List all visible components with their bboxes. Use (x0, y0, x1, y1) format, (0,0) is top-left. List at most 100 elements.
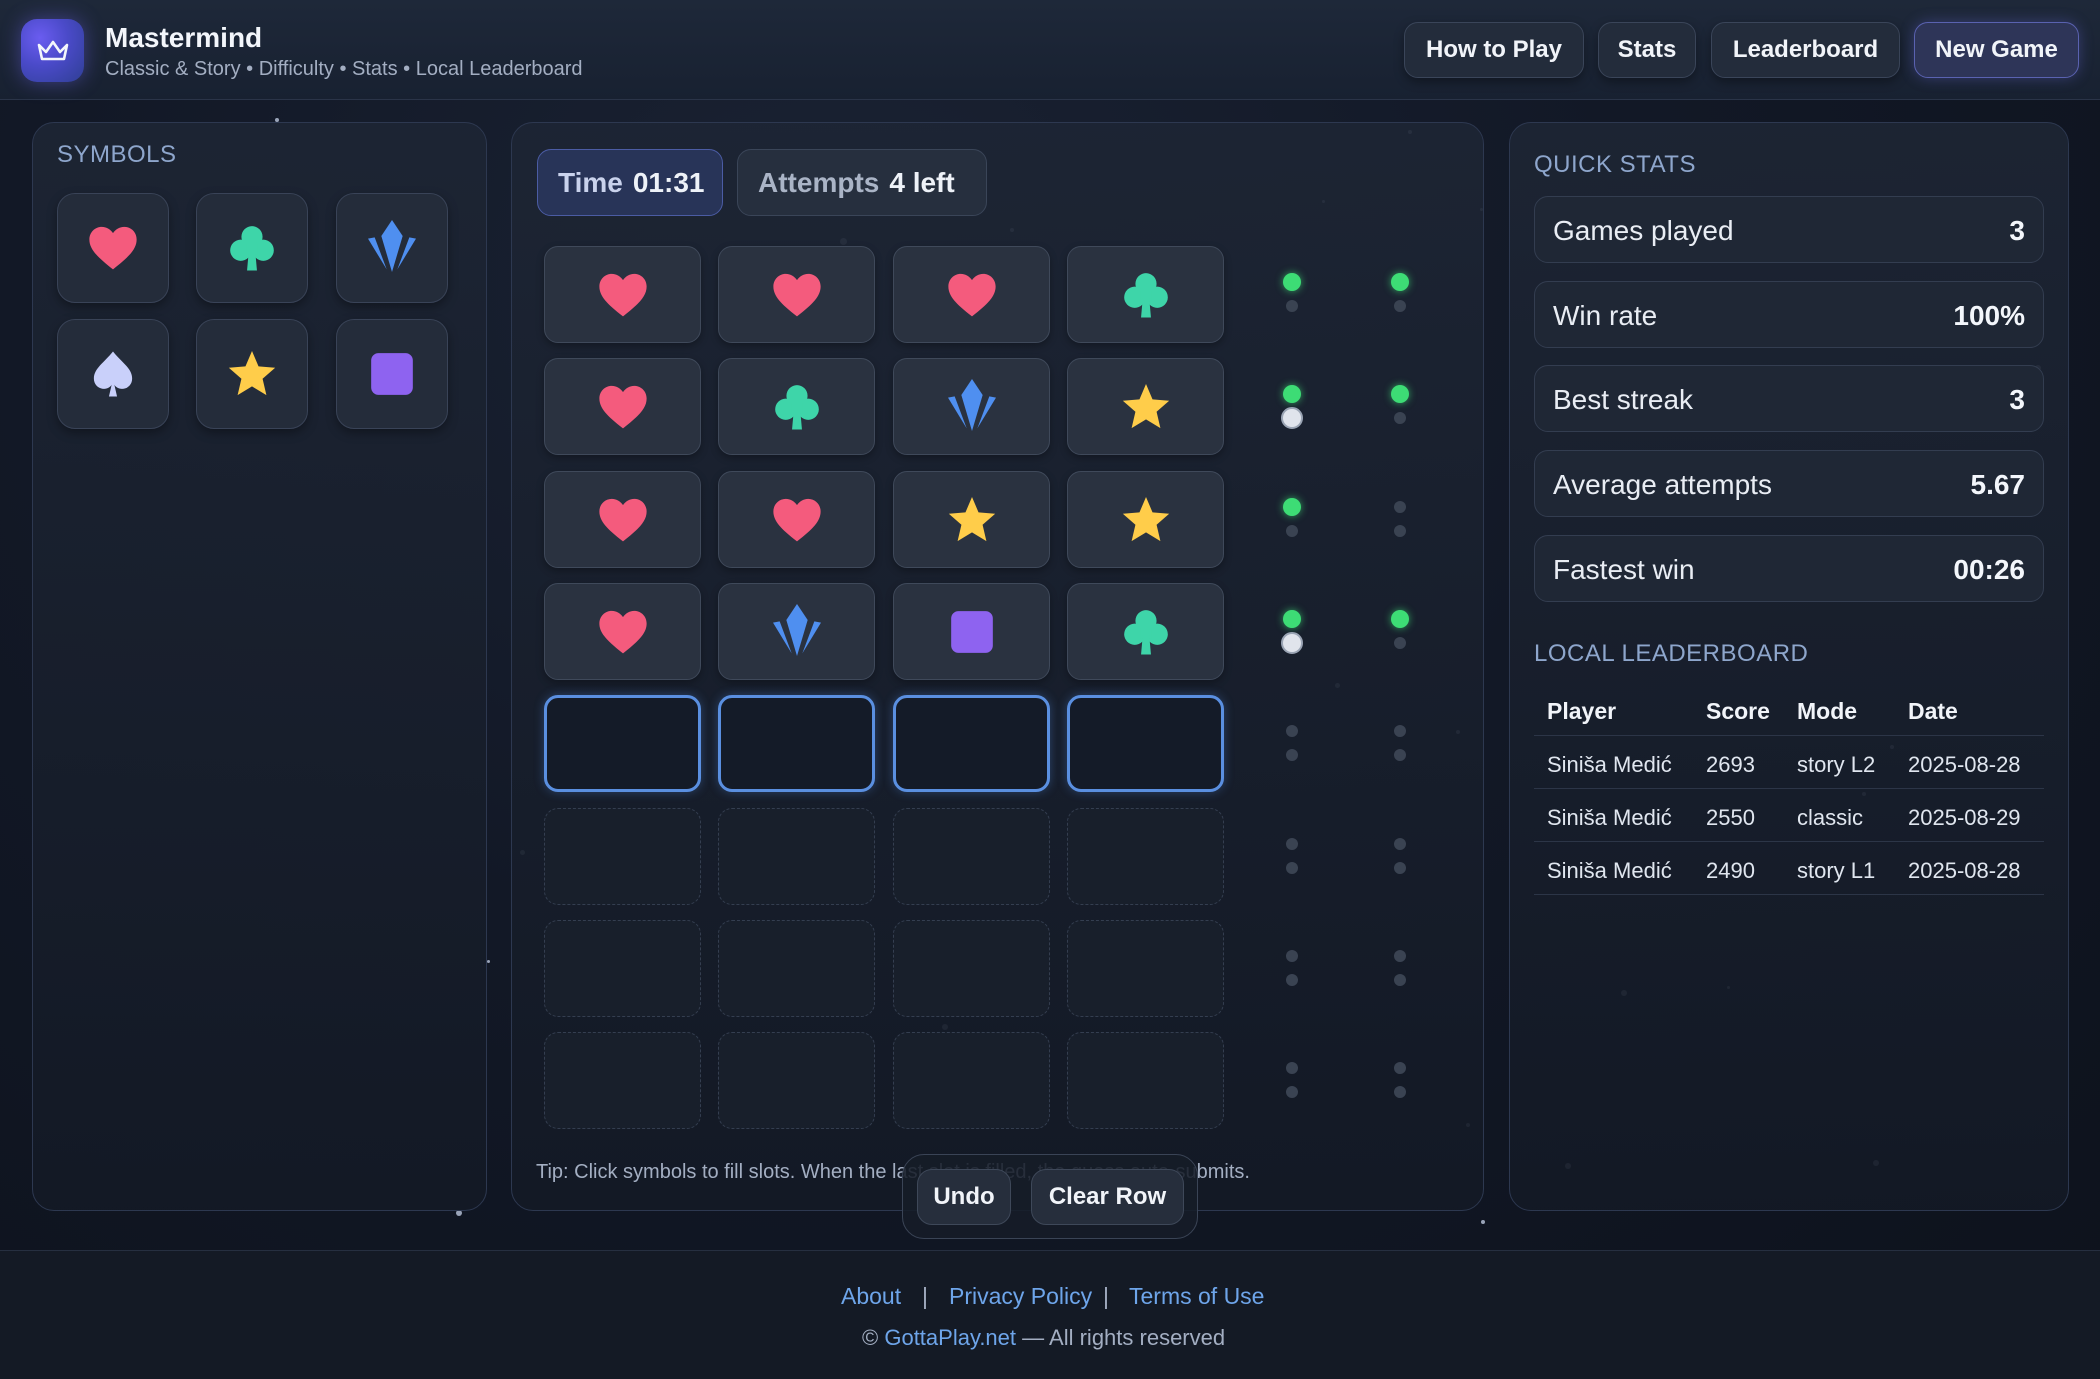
date-cell: 2025-08-29 (1908, 805, 2021, 830)
mode-cell: classic (1797, 805, 1864, 830)
footer (0, 1250, 2100, 1379)
empty-peg (1394, 525, 1406, 537)
player-cell: Siniša Medić (1547, 752, 1672, 777)
col-header-player: Player (1547, 698, 1617, 724)
stat-name: Win rate (1553, 299, 1658, 331)
partial-peg (1281, 407, 1303, 429)
crown-icon (37, 40, 68, 60)
empty-slot[interactable] (544, 808, 701, 905)
empty-peg (1394, 838, 1406, 850)
empty-peg (1394, 300, 1406, 312)
symbol-crystal-button[interactable] (336, 193, 448, 303)
timer-value: 01:31 (632, 166, 705, 198)
score-cell: 2550 (1706, 805, 1755, 830)
empty-slot[interactable] (1067, 920, 1224, 1017)
guess-slot (544, 246, 701, 343)
heart-icon (596, 380, 650, 434)
square-icon (947, 607, 997, 657)
crystal-icon (360, 216, 424, 280)
club-icon (770, 380, 824, 434)
terms-of-use-link[interactable]: Terms of Use (1129, 1283, 1264, 1310)
symbol-square-button[interactable] (336, 319, 448, 429)
empty-slot[interactable] (544, 1032, 701, 1129)
symbol-heart-button[interactable] (57, 193, 169, 303)
timer-display: Time 01:31 (537, 149, 723, 216)
empty-peg (1286, 725, 1298, 737)
empty-slot[interactable] (544, 920, 701, 1017)
empty-peg (1394, 501, 1406, 513)
empty-peg (1394, 862, 1406, 874)
empty-peg (1286, 974, 1298, 986)
empty-peg (1286, 838, 1298, 850)
undo-button[interactable]: Undo (917, 1169, 1011, 1225)
empty-slot[interactable] (893, 920, 1050, 1017)
star-icon (1119, 380, 1173, 434)
clear-row-button[interactable]: Clear Row (1031, 1169, 1184, 1225)
empty-slot[interactable] (1067, 1032, 1224, 1129)
guess-slot (718, 471, 875, 568)
site-link[interactable]: GottaPlay.net (884, 1325, 1016, 1350)
active-slot[interactable] (718, 695, 875, 792)
empty-slot[interactable] (718, 920, 875, 1017)
empty-peg (1286, 749, 1298, 761)
symbols-label: SYMBOLS (57, 141, 177, 168)
footer-separator: | (922, 1283, 928, 1309)
stat-row: Fastest win 00:26 (1534, 534, 2044, 602)
guess-slot (893, 583, 1050, 680)
exact-peg (1283, 273, 1301, 291)
active-slot[interactable] (1067, 695, 1224, 792)
guess-slot (1067, 246, 1224, 343)
app-logo (21, 19, 84, 82)
mode-cell: story L2 (1797, 752, 1876, 777)
table-divider (1534, 788, 2044, 789)
stats-button[interactable]: Stats (1598, 22, 1696, 78)
empty-peg (1394, 412, 1406, 424)
empty-peg (1286, 1086, 1298, 1098)
attempts-value: 4 left (889, 166, 955, 198)
empty-slot[interactable] (1067, 808, 1224, 905)
exact-peg (1283, 498, 1301, 516)
table-divider (1534, 735, 2044, 736)
empty-peg (1394, 1086, 1406, 1098)
stat-name: Average attempts (1553, 469, 1772, 501)
empty-peg (1286, 862, 1298, 874)
star-icon (1119, 493, 1173, 547)
active-slot[interactable] (893, 695, 1050, 792)
leaderboard-label: LOCAL LEADERBOARD (1534, 640, 1809, 667)
guess-slot (718, 246, 875, 343)
heart-icon (596, 268, 650, 322)
empty-slot[interactable] (893, 1032, 1050, 1129)
stat-value: 3 (2009, 215, 2025, 246)
symbol-spade-button[interactable] (57, 319, 169, 429)
how-to-play-button[interactable]: How to Play (1404, 22, 1584, 78)
empty-slot[interactable] (718, 808, 875, 905)
leaderboard-button[interactable]: Leaderboard (1711, 22, 1900, 78)
partial-peg (1281, 632, 1303, 654)
empty-slot[interactable] (893, 808, 1050, 905)
stat-name: Games played (1553, 215, 1734, 246)
guess-slot (1067, 358, 1224, 455)
club-icon (1119, 268, 1173, 322)
stat-row: Best streak 3 (1534, 365, 2044, 433)
quick-stats-label: QUICK STATS (1534, 151, 1696, 178)
symbol-club-button[interactable] (196, 193, 308, 303)
about-link[interactable]: About (841, 1283, 901, 1310)
stat-name: Fastest win (1553, 553, 1695, 585)
stat-value: 00:26 (1953, 553, 2025, 585)
stat-row: Win rate 100% (1534, 280, 2044, 348)
stat-value: 3 (2009, 384, 2025, 416)
active-slot[interactable] (544, 695, 701, 792)
privacy-policy-link[interactable]: Privacy Policy (949, 1283, 1092, 1310)
crystal-icon (765, 600, 829, 664)
footer-separator: | (1103, 1283, 1109, 1309)
new-game-button[interactable]: New Game (1914, 22, 2079, 78)
empty-slot[interactable] (718, 1032, 875, 1129)
mode-cell: story L1 (1797, 858, 1876, 883)
symbol-star-button[interactable] (196, 319, 308, 429)
date-cell: 2025-08-28 (1908, 858, 2021, 883)
empty-peg (1286, 300, 1298, 312)
guess-slot (718, 583, 875, 680)
guess-slot (1067, 583, 1224, 680)
guess-slot (1067, 471, 1224, 568)
exact-peg (1283, 385, 1301, 403)
